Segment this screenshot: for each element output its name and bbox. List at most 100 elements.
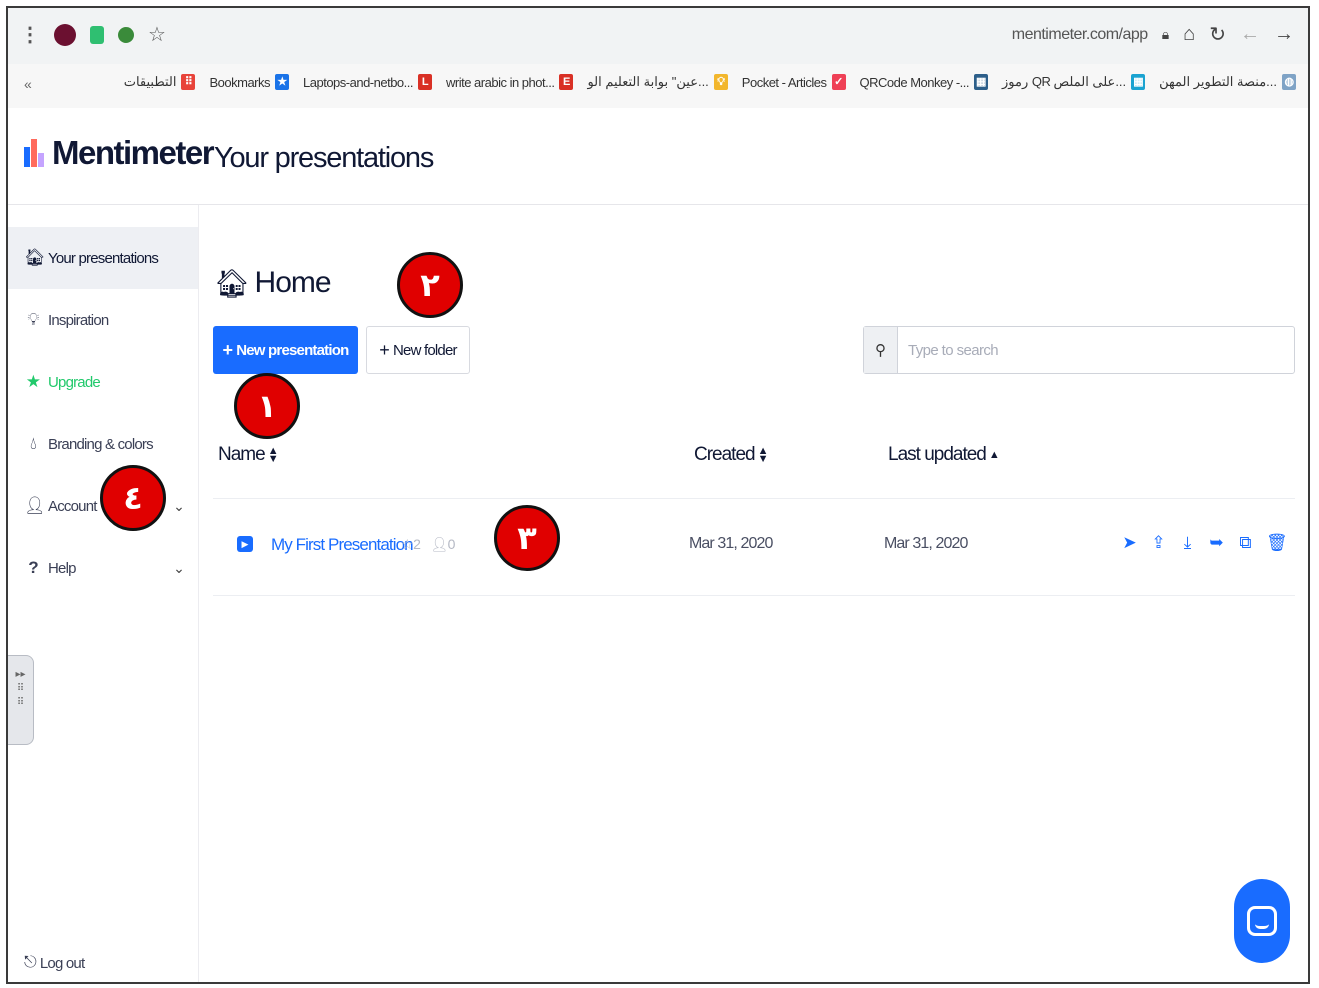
extension-globe-icon[interactable] bbox=[118, 26, 134, 43]
column-header-label: Created bbox=[694, 444, 756, 465]
sidebar-item-label: Help bbox=[48, 559, 76, 577]
star-count: ☆2 bbox=[401, 536, 421, 553]
brand-name: Mentimeter bbox=[52, 134, 215, 171]
search-input[interactable] bbox=[898, 327, 1294, 373]
logout-link[interactable]: ⎋ Log out bbox=[24, 954, 85, 972]
logo-mark-icon bbox=[24, 139, 44, 167]
bookmark-item[interactable]: Pocket - Articles ✓ bbox=[742, 74, 846, 90]
pocket-favicon: ✓ bbox=[831, 74, 846, 90]
sidebar-item-label: Account bbox=[48, 497, 97, 515]
search-icon: ⚲ bbox=[864, 327, 898, 373]
star-icon: ★ bbox=[25, 372, 41, 391]
bookmark-label: Bookmarks bbox=[209, 74, 271, 90]
bookmark-item[interactable]: write arabic in phot... E bbox=[446, 74, 574, 90]
bookmark-label: Pocket - Articles bbox=[741, 74, 827, 90]
back-icon[interactable]: ← bbox=[1240, 23, 1260, 46]
extension-shield-icon[interactable] bbox=[90, 25, 104, 44]
sidebar-item-inspiration[interactable]: 💡︎ Inspiration bbox=[8, 289, 198, 351]
column-header-label: Name bbox=[218, 444, 266, 465]
column-header-name[interactable]: Name ▲ ▼ bbox=[218, 444, 279, 466]
new-presentation-label: New presentation bbox=[236, 341, 349, 359]
bookmark-label: عين" بوابة التعليم الو... bbox=[587, 74, 709, 89]
extension-icon[interactable] bbox=[54, 23, 76, 46]
bookmark-star-icon[interactable]: ☆ bbox=[148, 22, 166, 47]
bookmark-label: التطبيقات bbox=[123, 74, 177, 89]
bookmark-item[interactable]: عين" بوابة التعليم الو... 💡︎ bbox=[587, 74, 728, 90]
bookmarks-overflow-icon[interactable]: « bbox=[24, 76, 32, 92]
download-icon[interactable]: ⤓ bbox=[1179, 533, 1196, 553]
side-drawer-handle[interactable]: ▸▸ ⠿ ⠿ bbox=[8, 655, 34, 745]
bookmarks-list: التطبيقات ⠿ Bookmarks ★ Laptops-and-netbo...… bbox=[124, 74, 1296, 90]
lock-icon: 🔒︎ bbox=[1161, 26, 1170, 42]
star-icon: ★ bbox=[275, 74, 290, 90]
annotation-badge-4: ٤ bbox=[100, 465, 166, 531]
home-label: Home bbox=[254, 266, 332, 299]
move-folder-icon[interactable]: ➥ bbox=[1208, 533, 1225, 553]
bookmark-item[interactable]: Laptops-and-netbo... L bbox=[303, 74, 432, 90]
home-heading: 🏠︎ Home bbox=[214, 266, 332, 300]
url-text[interactable]: mentimeter.com/app bbox=[1012, 26, 1148, 44]
table-row[interactable]: ▶ My First Presentation ☆2 👤︎0 Mar 31, 2… bbox=[213, 498, 1295, 596]
sidebar-item-branding[interactable]: 💧︎ Branding & colors bbox=[8, 413, 198, 475]
user-count: 👤︎0 bbox=[430, 536, 455, 553]
annotation-badge-2: ٢ bbox=[397, 252, 463, 318]
chevron-down-icon: ⌄ bbox=[173, 497, 185, 514]
double-chevron-icon: ▸▸ bbox=[15, 669, 26, 680]
chevron-down-icon: ⌄ bbox=[173, 559, 185, 576]
chat-icon bbox=[1247, 906, 1277, 936]
chat-support-button[interactable] bbox=[1234, 879, 1290, 963]
home-icon[interactable]: ⌂ bbox=[1183, 23, 1195, 46]
bookmark-item[interactable]: Bookmarks ★ bbox=[209, 74, 290, 90]
column-header-last-updated[interactable]: Last updated ▲ bbox=[888, 444, 1000, 466]
presentation-icon: ▶ bbox=[237, 536, 253, 552]
created-date: Mar 31, 2020 bbox=[689, 535, 773, 552]
app-header: Mentimeter Your presentations bbox=[8, 108, 1308, 205]
plus-icon: + bbox=[379, 339, 389, 360]
drag-grip-icon: ⠿ ⠿ bbox=[16, 683, 25, 708]
bookmark-label: رموز QR على الملص... bbox=[1002, 74, 1127, 89]
column-header-created[interactable]: Created ▲ ▼ bbox=[694, 444, 768, 466]
presentation-name-link[interactable]: My First Presentation bbox=[271, 535, 414, 555]
column-header-label: Last updated bbox=[888, 444, 987, 465]
share-icon[interactable]: ⇪ bbox=[1150, 533, 1167, 553]
user-icon: 👤︎ bbox=[24, 496, 46, 515]
lightbulb-icon: 💡︎ bbox=[27, 310, 39, 329]
qr-favicon: ▦ bbox=[974, 74, 988, 90]
bookmark-item[interactable]: QRCode Monkey -... ▦ bbox=[859, 74, 988, 90]
bookmark-label: write arabic in phot... bbox=[446, 74, 555, 90]
star-count-value: 2 bbox=[413, 536, 421, 552]
bookmark-label: QRCode Monkey -... bbox=[859, 74, 970, 90]
help-icon: ? bbox=[28, 558, 38, 577]
delete-icon[interactable]: 🗑︎ bbox=[1266, 533, 1288, 553]
sort-asc-icon: ▲ bbox=[988, 449, 1000, 461]
star-outline-icon: ☆ bbox=[401, 536, 414, 552]
sidebar-item-label: Upgrade bbox=[48, 373, 101, 391]
screenshot-frame: ⋮ ☆ mentimeter.com/app 🔒︎ ⌂ ↻ ← → « التط… bbox=[6, 6, 1310, 984]
new-folder-button[interactable]: + New folder bbox=[366, 326, 470, 374]
bulb-favicon: 💡︎ bbox=[713, 74, 728, 90]
annotation-badge-3: ٣ bbox=[494, 505, 560, 571]
present-icon[interactable]: ➤ bbox=[1121, 533, 1138, 553]
presentation-meta: ☆2 👤︎0 bbox=[401, 536, 455, 553]
updated-date: Mar 31, 2020 bbox=[884, 535, 968, 552]
e-favicon: E bbox=[559, 74, 574, 90]
reload-icon[interactable]: ↻ bbox=[1209, 22, 1226, 47]
sort-icon: ▲ ▼ bbox=[267, 445, 279, 465]
bookmark-item[interactable]: رموز QR على الملص... ▦ bbox=[1002, 74, 1146, 90]
page-title: Your presentations bbox=[214, 142, 434, 174]
l-favicon: L bbox=[418, 74, 432, 90]
new-presentation-button[interactable]: + New presentation bbox=[213, 326, 358, 374]
sidebar-item-help[interactable]: ? Help ⌄ bbox=[8, 537, 198, 599]
menu-dots-icon[interactable]: ⋮ bbox=[20, 22, 40, 47]
bookmark-item[interactable]: التطبيقات ⠿ bbox=[124, 74, 196, 90]
bookmark-item[interactable]: منصة التطوير المهن... ◍ bbox=[1159, 74, 1296, 90]
duplicate-icon[interactable]: ⧉ bbox=[1237, 533, 1254, 553]
sidebar-item-upgrade[interactable]: ★ Upgrade bbox=[8, 351, 198, 413]
user-count-value: 0 bbox=[447, 536, 456, 552]
mentimeter-logo[interactable]: Mentimeter bbox=[24, 134, 215, 172]
sidebar-item-your-presentations[interactable]: 🏠︎ Your presentations bbox=[8, 227, 198, 289]
bookmark-label: Laptops-and-netbo... bbox=[303, 74, 413, 90]
sidebar-item-label: Branding & colors bbox=[48, 435, 154, 453]
forward-icon[interactable]: → bbox=[1274, 23, 1294, 46]
browser-toolbar: ⋮ ☆ mentimeter.com/app 🔒︎ ⌂ ↻ ← → bbox=[8, 8, 1308, 64]
